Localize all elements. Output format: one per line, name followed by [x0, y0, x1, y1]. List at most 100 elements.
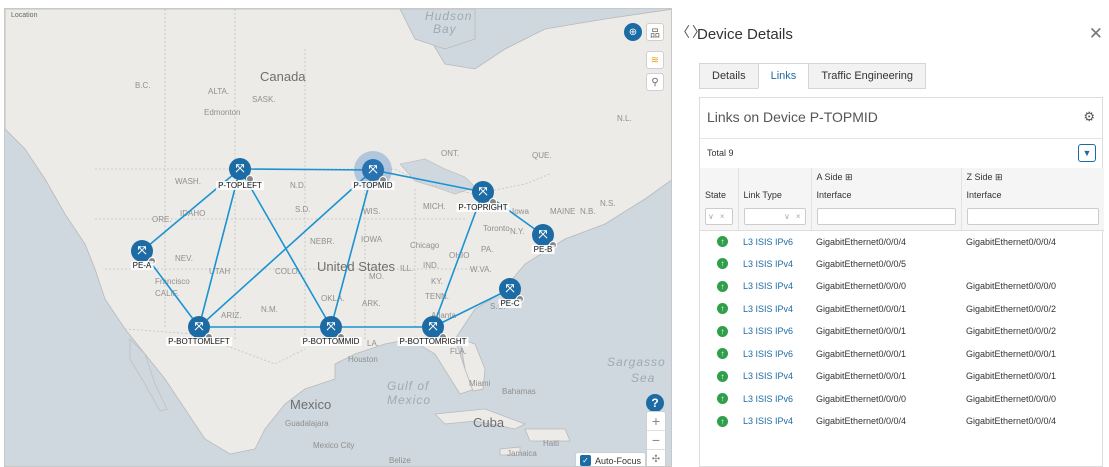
- table-row[interactable]: ↑ L3 ISIS IPv6 GigabitEthernet0/0/0/4 Gigab…: [700, 230, 1104, 253]
- link-topmid-bottommid: [330, 169, 374, 328]
- node-p-bottomleft[interactable]: ⤧: [188, 316, 213, 341]
- node-p-topright[interactable]: ⤧: [472, 181, 497, 206]
- tab-details[interactable]: Details: [699, 63, 759, 89]
- globe-icon[interactable]: ⊕: [624, 23, 642, 41]
- recenter-icon[interactable]: ✣: [647, 450, 665, 466]
- a-interface-cell: GigabitEthernet0/0/0/4: [816, 416, 907, 427]
- link-type-cell[interactable]: L3 ISIS IPv4: [738, 275, 811, 298]
- close-icon[interactable]: ✕: [1089, 24, 1103, 44]
- up-arrow-icon: ↑: [717, 415, 728, 427]
- topology-map[interactable]: Location Hudson Bay Canada B.C. ALTA. SA…: [4, 8, 672, 467]
- table-row[interactable]: ↑ L3 ISIS IPv6 GigabitEthernet0/0/0/1 Gigab…: [700, 343, 1104, 366]
- checkbox-checked-icon[interactable]: ✓: [580, 455, 591, 466]
- a-interface-filter[interactable]: [810, 204, 961, 231]
- link-type-cell[interactable]: L3 ISIS IPv6: [738, 320, 811, 343]
- header-spacer: [700, 168, 738, 186]
- expand-icon[interactable]: ⊞: [845, 172, 853, 182]
- z-interface-cell: GigabitEthernet0/0/0/1: [966, 348, 1057, 359]
- state-cell: ↑: [700, 275, 738, 298]
- table-row[interactable]: ↑ L3 ISIS IPv4 GigabitEthernet0/0/0/5: [700, 253, 1104, 276]
- z-interface-cell: GigabitEthernet0/0/0/2: [966, 303, 1057, 314]
- node-label-pe-a: PE-A: [130, 261, 154, 270]
- node-pe-c[interactable]: ⤧: [499, 278, 524, 303]
- link-type-cell[interactable]: L3 ISIS IPv4: [738, 365, 811, 388]
- link-type-cell[interactable]: L3 ISIS IPv6: [738, 230, 811, 253]
- node-p-topmid[interactable]: ⤧: [354, 151, 392, 189]
- node-p-bottommid[interactable]: ⤧: [320, 316, 345, 341]
- link-type-cell[interactable]: L3 ISIS IPv4: [738, 410, 811, 433]
- chevron-left-icon[interactable]: 〈: [676, 24, 692, 40]
- up-arrow-icon: ↑: [717, 236, 728, 247]
- help-icon[interactable]: ?: [646, 394, 664, 412]
- link-type-filter-select[interactable]: ∨ ×: [743, 208, 806, 226]
- auto-focus-label: Auto-Focus: [595, 455, 642, 466]
- header-a-interface[interactable]: Interface: [810, 186, 961, 204]
- header-a-side: A Side ⊞: [810, 168, 961, 186]
- state-cell: ↑: [700, 298, 738, 321]
- z-interface-filter-input[interactable]: [966, 208, 1099, 226]
- router-icon: ⤧: [368, 163, 378, 176]
- z-interface-filter[interactable]: [960, 204, 1104, 231]
- header-spacer: [737, 168, 811, 186]
- card-title: Links on Device P-TOPMID: [707, 109, 878, 125]
- header-state[interactable]: State: [700, 186, 738, 204]
- search-icon[interactable]: ⚲: [646, 73, 664, 91]
- state-filter[interactable]: ∨ ×: [700, 204, 738, 231]
- gear-icon[interactable]: ⚙: [1083, 109, 1095, 125]
- node-label-p-bottomright: P-BOTTOMRIGHT: [397, 337, 469, 346]
- total-count: Total 9: [707, 148, 734, 158]
- up-arrow-icon: ↑: [717, 348, 728, 360]
- state-cell: ↑: [700, 253, 738, 276]
- node-pe-a[interactable]: ⤧: [131, 240, 156, 265]
- table-row[interactable]: ↑ L3 ISIS IPv4 GigabitEthernet0/0/0/0 Gigab…: [700, 275, 1104, 298]
- state-cell: ↑: [700, 388, 738, 411]
- router-icon: ⤧: [505, 282, 515, 295]
- link-type-cell[interactable]: L3 ISIS IPv6: [738, 343, 811, 366]
- tab-traffic-engineering[interactable]: Traffic Engineering: [808, 63, 927, 89]
- a-interface-filter-input[interactable]: [816, 208, 956, 226]
- a-side-label: A Side: [816, 171, 843, 182]
- router-icon: ⤧: [538, 228, 548, 241]
- table-row[interactable]: ↑ L3 ISIS IPv4 GigabitEthernet0/0/0/4 Gigab…: [700, 410, 1104, 433]
- table-row[interactable]: ↑ L3 ISIS IPv6 GigabitEthernet0/0/0/0 Gigab…: [700, 388, 1104, 411]
- z-side-label: Z Side: [966, 171, 993, 182]
- node-p-topleft[interactable]: ⤧: [229, 158, 254, 183]
- state-filter-select[interactable]: ∨ ×: [705, 208, 733, 226]
- node-label-p-topleft: P-TOPLEFT: [216, 181, 264, 190]
- links-card: Links on Device P-TOPMID ⚙ Total 9 ▼ A S…: [699, 97, 1104, 467]
- table-row[interactable]: ↑ L3 ISIS IPv6 GigabitEthernet0/0/0/1 Gigab…: [700, 320, 1104, 343]
- zoom-out-button[interactable]: −: [647, 431, 665, 450]
- zoom-in-button[interactable]: +: [647, 412, 665, 431]
- link-type-filter[interactable]: ∨ ×: [737, 204, 811, 231]
- header-link-type[interactable]: Link Type: [737, 186, 811, 204]
- node-p-bottomright[interactable]: ⤧: [422, 316, 447, 341]
- header-z-interface[interactable]: Interface: [960, 186, 1104, 204]
- a-interface-cell: GigabitEthernet0/0/0/0: [816, 393, 907, 404]
- filter-icon[interactable]: ▼: [1078, 144, 1096, 162]
- router-icon: ⤧: [235, 162, 245, 175]
- link-type-cell[interactable]: L3 ISIS IPv4: [738, 253, 811, 276]
- clear-icon[interactable]: ×: [796, 212, 801, 221]
- table-row[interactable]: ↑ L3 ISIS IPv4 GigabitEthernet0/0/0/1 Gigab…: [700, 298, 1104, 321]
- link-type-cell[interactable]: L3 ISIS IPv4: [738, 298, 811, 321]
- table-row[interactable]: ↑ L3 ISIS IPv4 GigabitEthernet0/0/0/1 Gigab…: [700, 365, 1104, 388]
- tab-links[interactable]: Links: [757, 63, 810, 89]
- layers-icon[interactable]: ≋: [646, 51, 664, 69]
- node-pe-b[interactable]: ⤧: [532, 224, 557, 249]
- chevron-down-icon: ∨: [708, 212, 714, 222]
- topology-icon[interactable]: 品: [646, 23, 664, 41]
- node-label-p-topright: P-TOPRIGHT: [456, 203, 510, 212]
- clear-icon[interactable]: ×: [720, 212, 725, 221]
- device-details-panel: Device Details ✕ Details Links Traffic E…: [693, 8, 1109, 467]
- up-arrow-icon: ↑: [717, 303, 728, 315]
- node-label-pe-c: PE-C: [498, 299, 522, 308]
- link-topleft-bottomleft: [198, 168, 241, 328]
- link-type-cell[interactable]: L3 ISIS IPv6: [738, 388, 811, 411]
- expand-icon[interactable]: ⊞: [995, 172, 1003, 182]
- a-interface-cell: GigabitEthernet0/0/0/4: [816, 236, 907, 247]
- up-arrow-icon: ↑: [717, 393, 728, 405]
- node-label-p-bottomleft: P-BOTTOMLEFT: [166, 337, 232, 346]
- z-interface-cell: GigabitEthernet0/0/0/0: [966, 281, 1057, 292]
- z-interface-cell: GigabitEthernet0/0/0/4: [966, 236, 1057, 247]
- auto-focus-toggle[interactable]: ✓ Auto-Focus: [575, 452, 647, 466]
